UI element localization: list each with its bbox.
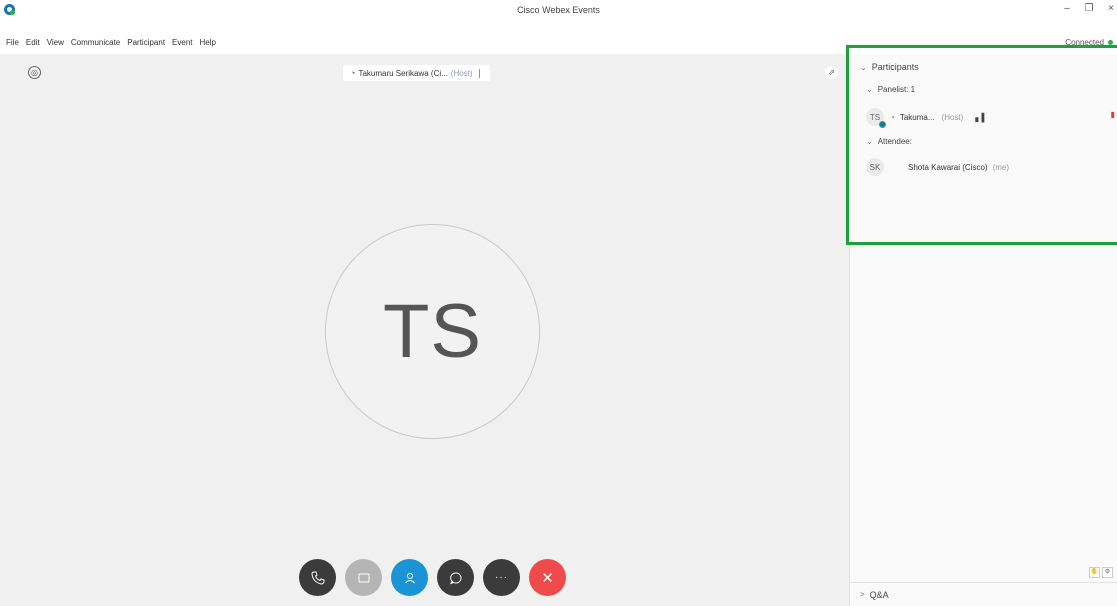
close-window-button[interactable]: × (1105, 3, 1117, 14)
chevron-right-icon: > (860, 590, 865, 599)
video-stage: ◎ ◔ Takumaru Serikawa (Ci... (Host) ❘ ⇗ … (0, 54, 849, 606)
menu-edit[interactable]: Edit (26, 38, 40, 47)
qa-header-label: Q&A (869, 590, 889, 600)
menu-bar: File Edit View Communicate Participant E… (6, 38, 216, 47)
settings-icon[interactable]: ⚙ (1102, 567, 1113, 578)
active-speaker-label: ◔ Takumaru Serikawa (Ci... (Host) ❘ (343, 65, 491, 81)
raise-hand-icon[interactable]: ✋ (1089, 567, 1100, 578)
video-button[interactable] (345, 559, 382, 596)
active-speaker-role: (Host) (450, 68, 473, 78)
menu-help[interactable]: Help (200, 38, 216, 47)
window-title: Cisco Webex Events (517, 5, 600, 15)
host-avatar: TS (325, 224, 540, 439)
host-avatar-initials: TS (382, 289, 483, 374)
close-icon: ✕ (541, 569, 554, 587)
leave-button[interactable]: ✕ (529, 559, 566, 596)
panel-mini-controls: ✋ ⚙ (1089, 567, 1113, 578)
menu-view[interactable]: View (47, 38, 64, 47)
minimize-button[interactable]: – (1061, 3, 1073, 14)
meeting-controls: ··· ✕ (299, 559, 566, 596)
headset-icon: ◔ (350, 68, 356, 78)
active-speaker-name: Takumaru Serikawa (Ci... (358, 68, 448, 78)
menu-participant[interactable]: Participant (127, 38, 165, 47)
more-icon: ··· (495, 572, 508, 583)
audio-button[interactable] (299, 559, 336, 596)
menu-event[interactable]: Event (172, 38, 192, 47)
more-button[interactable]: ··· (483, 559, 520, 596)
person-icon (404, 572, 415, 583)
qa-header[interactable]: > Q&A (860, 590, 889, 600)
video-icon (358, 573, 369, 582)
restore-button[interactable]: ❐ (1083, 3, 1095, 14)
phone-icon (310, 571, 324, 585)
chat-button[interactable] (437, 559, 474, 596)
participants-button[interactable] (391, 559, 428, 596)
chat-icon (449, 572, 461, 584)
window-controls: – ❐ × (1061, 3, 1117, 14)
pop-out-icon[interactable]: ⇗ (825, 66, 838, 79)
participants-highlight-box (846, 45, 1117, 245)
panel-divider (849, 582, 1117, 583)
title-bar: Cisco Webex Events – ❐ × (0, 0, 1117, 36)
menu-file[interactable]: File (6, 38, 19, 47)
muted-mic-icon: ❘ (475, 67, 484, 78)
layout-icon[interactable]: ◎ (28, 66, 41, 79)
menu-communicate[interactable]: Communicate (71, 38, 120, 47)
